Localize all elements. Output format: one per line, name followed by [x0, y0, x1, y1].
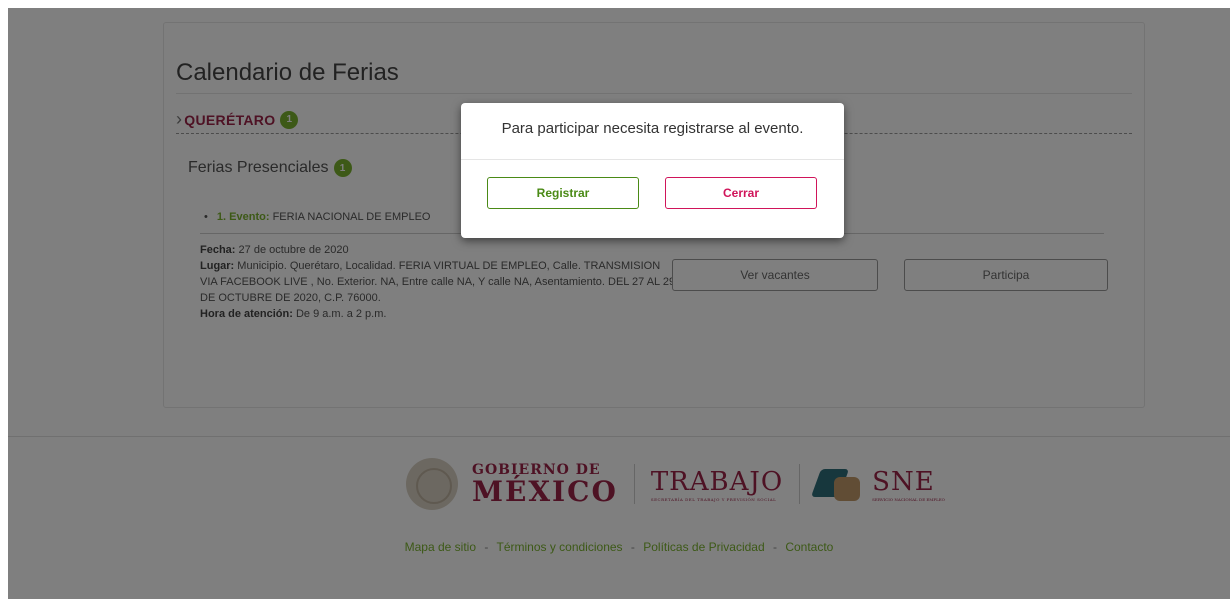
- modal-divider: [461, 159, 844, 160]
- close-button[interactable]: Cerrar: [665, 177, 817, 209]
- modal-backdrop[interactable]: [8, 8, 1230, 599]
- register-button[interactable]: Registrar: [487, 177, 639, 209]
- page-frame: Calendario de Ferias › QUERÉTARO 1 Feria…: [8, 8, 1230, 599]
- modal-message: Para participar necesita registrarse al …: [501, 120, 804, 137]
- registration-modal: Para participar necesita registrarse al …: [461, 103, 844, 238]
